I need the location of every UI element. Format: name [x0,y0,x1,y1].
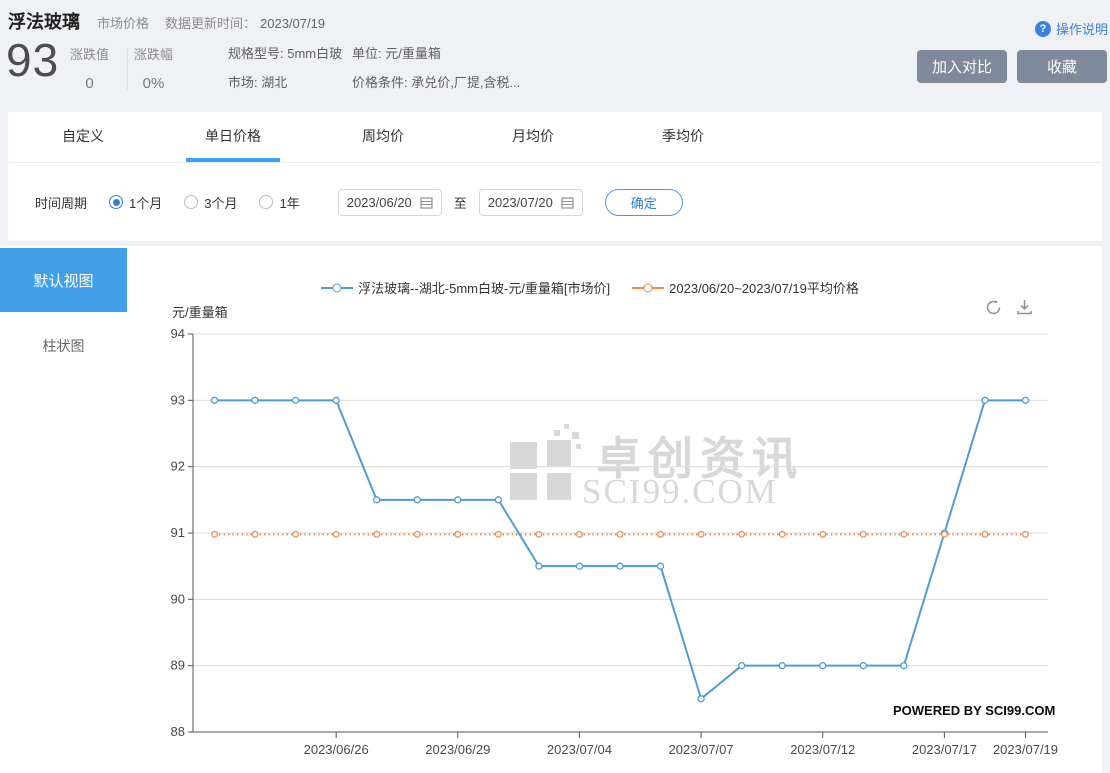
change-value-block: 涨跌值 0 [70,44,109,92]
line-circle-marker-icon [321,287,353,289]
start-date-input[interactable]: 2023/06/20 [338,189,442,216]
svg-text:91: 91 [171,525,185,540]
price-type-label: 市场价格 [97,13,149,32]
help-link[interactable]: ? 操作说明 [1035,19,1108,38]
download-icon[interactable] [1015,298,1034,317]
svg-text:2023/07/19: 2023/07/19 [993,742,1058,757]
legend-label: 浮法玻璃--湖北-5mm白玻-元/重量箱[市场价] [358,278,610,297]
svg-text:93: 93 [171,392,185,407]
tab-bar: 自定义 单日价格 周均价 月均价 季均价 [8,112,1102,163]
change-pct-label: 涨跌幅 [134,44,173,63]
calendar-icon [561,196,574,209]
radio-icon [109,195,123,209]
unit-label: 单位: 元/重量箱 [352,43,441,62]
help-label: 操作说明 [1056,19,1108,38]
y-axis-unit-label: 元/重量箱 [172,302,228,321]
page-title: 浮法玻璃 [8,8,80,34]
tab-daily-price[interactable]: 单日价格 [158,112,308,162]
end-date-input[interactable]: 2023/07/20 [479,189,583,216]
svg-text:89: 89 [171,658,185,673]
update-time-value: 2023/07/19 [260,16,325,31]
condition-label: 价格条件: 承兑价,厂提,含税... [352,72,520,91]
legend-label: 2023/06/20~2023/07/19平均价格 [669,278,859,297]
confirm-button[interactable]: 确定 [605,189,683,216]
chart-toolbar [984,298,1034,317]
filter-row: 时间周期 1个月 3个月 1年 2023/06/20 至 2023/07/20 … [8,163,1102,241]
legend-item-price-series[interactable]: 浮法玻璃--湖北-5mm白玻-元/重量箱[市场价] [321,278,610,297]
svg-text:92: 92 [171,459,185,474]
change-pct: 0% [134,75,173,92]
radio-1month[interactable]: 1个月 [109,193,162,212]
period-label: 时间周期 [35,193,87,212]
calendar-icon [420,196,433,209]
svg-text:2023/06/29: 2023/06/29 [425,742,490,757]
svg-text:2023/07/07: 2023/07/07 [669,742,734,757]
change-value: 0 [70,75,109,92]
price-chart-svg: 88 89 90 91 92 93 94 2023/06/26 2023/06/29 2023/0… [130,320,1110,773]
tabs-filter-card: 自定义 单日价格 周均价 月均价 季均价 时间周期 1个月 3个月 1年 202… [8,112,1102,241]
tab-weekly-avg[interactable]: 周均价 [308,112,458,162]
spec-label: 规格型号: 5mm白玻 [228,43,342,62]
radio-1year[interactable]: 1年 [259,193,299,212]
add-compare-button[interactable]: 加入对比 [917,50,1007,83]
tab-custom[interactable]: 自定义 [8,112,158,162]
svg-text:2023/07/17: 2023/07/17 [912,742,977,757]
divider [127,48,128,90]
radio-1year-label: 1年 [279,193,299,212]
radio-1month-label: 1个月 [129,193,162,212]
start-date-value: 2023/06/20 [347,195,412,210]
favorite-button[interactable]: 收藏 [1017,50,1107,83]
svg-text:2023/07/12: 2023/07/12 [790,742,855,757]
tab-quarterly-avg[interactable]: 季均价 [608,112,758,162]
question-icon: ? [1035,21,1051,37]
svg-text:2023/06/26: 2023/06/26 [304,742,369,757]
change-value-label: 涨跌值 [70,44,109,63]
update-time-label: 数据更新时间： [165,16,256,31]
end-date-value: 2023/07/20 [488,195,553,210]
current-price: 93 [6,33,59,87]
change-pct-block: 涨跌幅 0% [134,44,173,92]
tab-monthly-avg[interactable]: 月均价 [458,112,608,162]
svg-text:90: 90 [171,591,185,606]
refresh-icon[interactable] [984,298,1003,317]
radio-3month[interactable]: 3个月 [184,193,237,212]
line-circle-marker-icon [632,287,664,289]
to-label: 至 [454,193,467,212]
sidebar-item-default-view[interactable]: 默认视图 [0,248,127,312]
legend-item-average-series[interactable]: 2023/06/20~2023/07/19平均价格 [632,278,859,297]
svg-text:2023/07/04: 2023/07/04 [547,742,612,757]
chart-card: 默认视图 柱状图 浮法玻璃--湖北-5mm白玻-元/重量箱[市场价] 2023/… [0,246,1102,773]
svg-text:88: 88 [171,724,185,739]
svg-text:94: 94 [171,326,185,341]
radio-3month-label: 3个月 [204,193,237,212]
sidebar-item-bar-chart[interactable]: 柱状图 [0,336,127,356]
chart-legend: 浮法玻璃--湖北-5mm白玻-元/重量箱[市场价] 2023/06/20~202… [130,278,1050,297]
radio-icon [259,195,273,209]
update-time: 数据更新时间： 2023/07/19 [165,13,325,32]
radio-icon [184,195,198,209]
market-label: 市场: 湖北 [228,72,287,91]
